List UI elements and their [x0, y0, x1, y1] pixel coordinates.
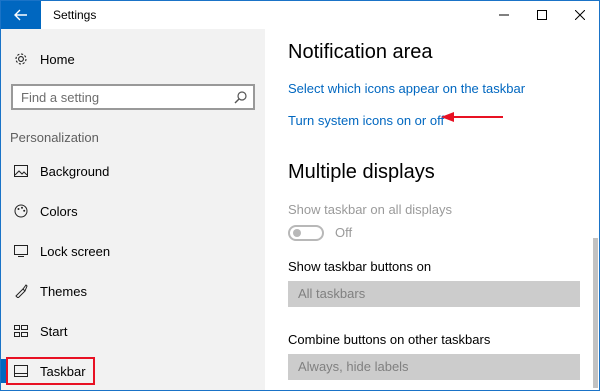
link-system-icons[interactable]: Turn system icons on or off [288, 113, 444, 128]
start-grid-icon [13, 323, 29, 339]
sidebar-item-themes[interactable]: Themes [1, 273, 265, 309]
show-all-displays-toggle[interactable] [288, 225, 324, 241]
sidebar-item-colors[interactable]: Colors [1, 193, 265, 229]
palette-icon [13, 203, 29, 219]
maximize-icon [537, 10, 547, 20]
settings-window: Settings Home Find a setting Personaliza… [0, 0, 600, 391]
show-all-displays-label: Show taskbar on all displays [288, 202, 453, 217]
show-buttons-label: Show taskbar buttons on [288, 259, 432, 274]
red-arrow-annotation [441, 112, 503, 122]
heading-notification-area: Notification area [288, 41, 433, 63]
toggle-knob [293, 229, 301, 237]
back-arrow-icon [14, 9, 27, 21]
sidebar-item-label: Colors [40, 203, 78, 219]
close-icon [575, 10, 585, 20]
sidebar-item-lock-screen[interactable]: Lock screen [1, 233, 265, 269]
dropdown-value: All taskbars [298, 286, 366, 301]
sidebar-item-home[interactable]: Home [1, 41, 265, 77]
heading-multiple-displays: Multiple displays [288, 161, 435, 183]
picture-icon [13, 163, 29, 179]
minimize-button[interactable] [487, 1, 521, 29]
back-button[interactable] [1, 1, 41, 29]
minimize-icon [499, 14, 509, 16]
main-content: Notification area Select which icons app… [265, 29, 599, 390]
maximize-button[interactable] [525, 1, 559, 29]
link-select-taskbar-icons[interactable]: Select which icons appear on the taskbar [288, 81, 525, 96]
combine-buttons-dropdown[interactable]: Always, hide labels [288, 354, 580, 380]
sidebar-item-label: Themes [40, 283, 87, 299]
section-label-personalization: Personalization [10, 130, 99, 145]
brush-icon [13, 283, 29, 299]
toggle-state-label: Off [335, 225, 353, 240]
lock-screen-icon [13, 243, 29, 259]
show-buttons-dropdown[interactable]: All taskbars [288, 281, 580, 307]
window-title: Settings [53, 8, 97, 22]
search-icon[interactable] [234, 90, 248, 104]
sidebar-item-background[interactable]: Background [1, 153, 265, 189]
gear-icon [13, 51, 29, 67]
close-button[interactable] [563, 1, 597, 29]
highlight-annotation [6, 357, 95, 385]
search-box[interactable] [11, 84, 255, 110]
title-bar: Settings [1, 1, 599, 29]
search-input[interactable] [13, 86, 223, 108]
sidebar-item-label: Start [40, 323, 68, 339]
sidebar-item-start[interactable]: Start [1, 313, 265, 349]
sidebar-item-label: Lock screen [40, 243, 111, 259]
sidebar: Home Personalization Background Colors [1, 29, 265, 390]
scroll-thumb[interactable] [593, 238, 598, 388]
combine-buttons-label: Combine buttons on other taskbars [288, 332, 491, 347]
sidebar-item-label: Background [40, 163, 110, 179]
scrollbar[interactable] [591, 29, 599, 390]
sidebar-item-label: Home [40, 51, 75, 67]
dropdown-value: Always, hide labels [298, 359, 409, 374]
